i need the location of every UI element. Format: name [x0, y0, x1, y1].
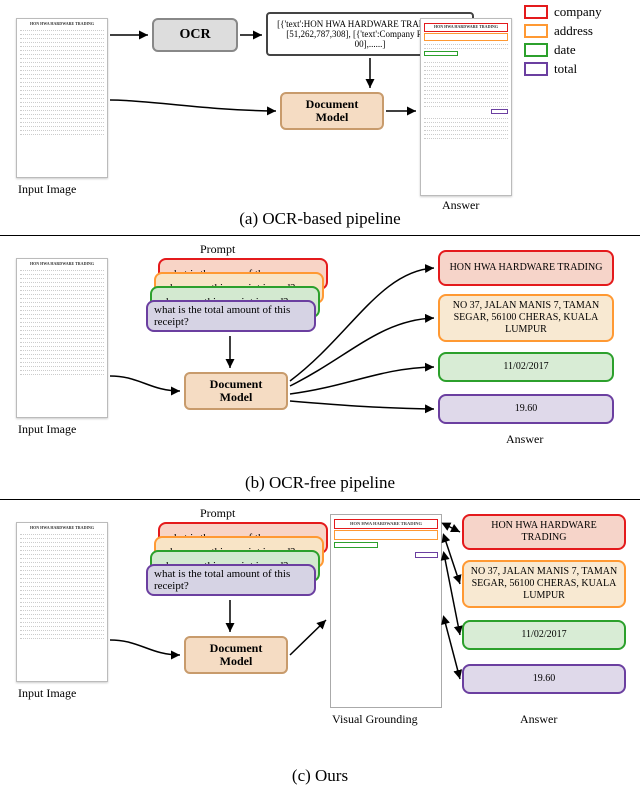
answer-label-a: Answer [442, 198, 479, 213]
legend: company address date total [524, 4, 620, 80]
receipt-title: HON HWA HARDWARE TRADING [20, 22, 104, 26]
caption-a: (a) OCR-based pipeline [239, 209, 400, 229]
answer-company-b: HON HWA HARDWARE TRADING [438, 250, 614, 286]
answer-label-b: Answer [506, 432, 543, 447]
legend-box-date [524, 43, 548, 57]
visual-grounding-image: HON HWA HARDWARE TRADING [330, 514, 442, 708]
document-model: Document Model [280, 92, 384, 130]
legend-item-company: company [524, 4, 620, 20]
ocr-module: OCR [152, 18, 238, 52]
legend-box-address [524, 24, 548, 38]
input-image-b: HON HWA HARDWARE TRADING [16, 258, 108, 418]
legend-item-date: date [524, 42, 620, 58]
input-image: HON HWA HARDWARE TRADING [16, 18, 108, 178]
prompt-total-c: what is the total amount of this receipt… [146, 564, 316, 596]
legend-item-address: address [524, 23, 620, 39]
answer-company-c: HON HWA HARDWARE TRADING [462, 514, 626, 550]
legend-box-total [524, 62, 548, 76]
panel-ocr-based: HON HWA HARDWARE TRADING Input Image OCR… [0, 0, 640, 236]
answer-total-b: 19.60 [438, 394, 614, 424]
document-model-c: Document Model [184, 636, 288, 674]
prompt-stack-b: what is the name of the where was this r… [146, 258, 326, 336]
visual-grounding-label: Visual Grounding [332, 712, 418, 727]
caption-b: (b) OCR-free pipeline [245, 473, 395, 493]
answer-address-c: NO 37, JALAN MANIS 7, TAMAN SEGAR, 56100… [462, 560, 626, 608]
document-model-b: Document Model [184, 372, 288, 410]
input-image-label-b: Input Image [18, 422, 76, 437]
prompt-stack-c: what is the name of the where was this r… [146, 522, 326, 600]
prompt-label-b: Prompt [200, 242, 235, 257]
answer-label-c: Answer [520, 712, 557, 727]
answer-date-b: 11/02/2017 [438, 352, 614, 382]
answer-address-b: NO 37, JALAN MANIS 7, TAMAN SEGAR, 56100… [438, 294, 614, 342]
panel-ocr-free: HON HWA HARDWARE TRADING Input Image Pro… [0, 236, 640, 500]
answer-total-c: 19.60 [462, 664, 626, 694]
legend-item-total: total [524, 61, 620, 77]
input-image-label: Input Image [18, 182, 76, 197]
panel-ours: HON HWA HARDWARE TRADING Input Image Pro… [0, 500, 640, 792]
prompt-label-c: Prompt [200, 506, 235, 521]
input-image-c: HON HWA HARDWARE TRADING [16, 522, 108, 682]
caption-c: (c) Ours [292, 766, 348, 786]
answer-date-c: 11/02/2017 [462, 620, 626, 650]
prompt-total: what is the total amount of this receipt… [146, 300, 316, 332]
answer-image: HON HWA HARDWARE TRADING [420, 18, 512, 196]
legend-box-company [524, 5, 548, 19]
input-image-label-c: Input Image [18, 686, 76, 701]
